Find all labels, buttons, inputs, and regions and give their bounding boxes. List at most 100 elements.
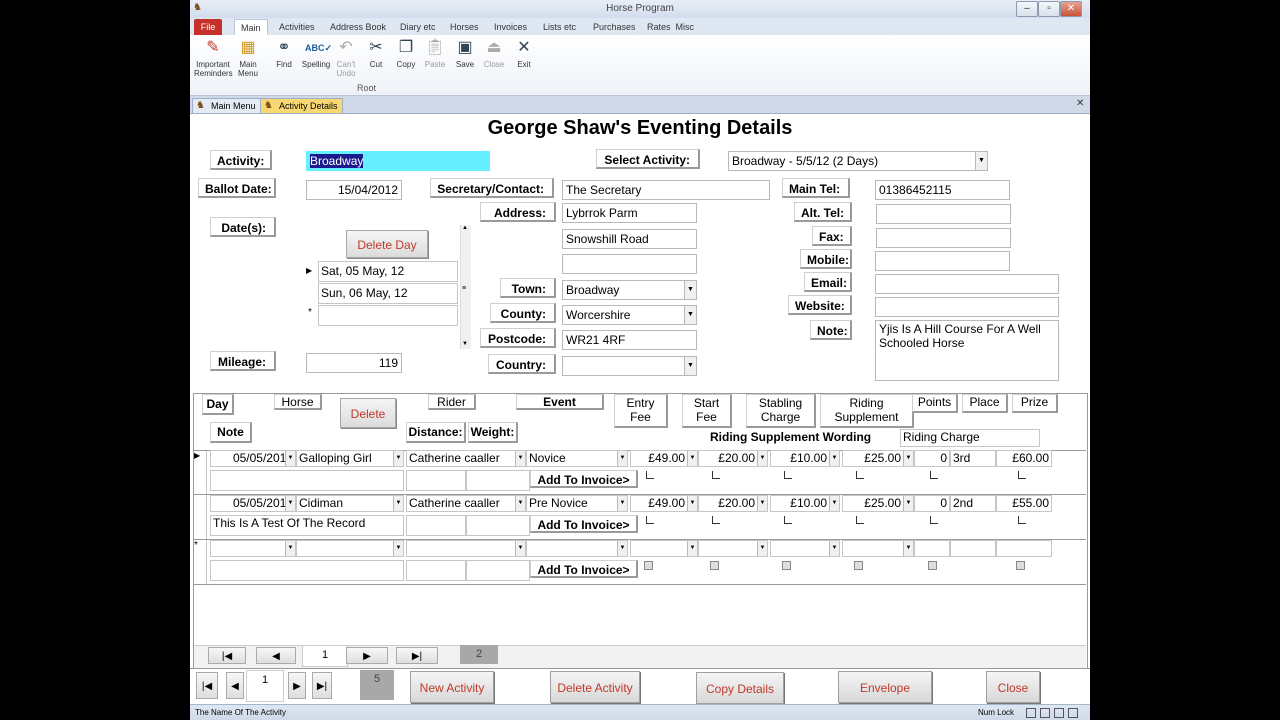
dropdown-arrow-icon[interactable]: ▼ <box>617 541 627 556</box>
invoice-checkbox[interactable] <box>1018 516 1026 524</box>
cut-button[interactable]: ✂ Cut <box>365 38 387 69</box>
rider-cell[interactable]: Catherine caaller ▼ <box>406 495 526 512</box>
save-button[interactable]: ▣ Save <box>453 38 477 69</box>
weight-cell[interactable] <box>466 515 530 536</box>
dropdown-arrow-icon[interactable]: ▼ <box>515 496 525 511</box>
delete-row-button[interactable]: Delete <box>340 398 396 428</box>
invoice-checkbox[interactable] <box>1018 471 1026 479</box>
add-to-invoice-button[interactable]: Add To Invoice> <box>530 515 638 533</box>
mobile-field[interactable] <box>875 251 1010 271</box>
weight-cell[interactable] <box>466 470 530 491</box>
points-cell[interactable]: 0 <box>914 495 950 512</box>
tab-address-book[interactable]: Address Book <box>324 19 392 35</box>
town-combo[interactable]: Broadway ▼ <box>562 280 697 300</box>
distance-cell[interactable] <box>406 515 466 536</box>
main-last-record-button[interactable]: ▶| <box>312 672 332 699</box>
invoice-checkbox[interactable] <box>928 561 937 570</box>
day-row[interactable]: Sun, 06 May, 12 <box>318 283 458 304</box>
prize-cell[interactable]: £55.00 <box>996 495 1052 512</box>
invoice-checkbox[interactable] <box>930 516 938 524</box>
prize-cell[interactable] <box>996 540 1052 557</box>
minimize-button[interactable]: – <box>1016 1 1038 17</box>
add-to-invoice-button[interactable]: Add To Invoice> <box>530 560 638 578</box>
delete-activity-button[interactable]: Delete Activity <box>550 671 640 703</box>
dropdown-arrow-icon[interactable]: ▼ <box>829 496 839 511</box>
new-activity-button[interactable]: New Activity <box>410 671 494 703</box>
note-field[interactable]: Yjis Is A Hill Course For A Well Schoole… <box>875 320 1059 381</box>
add-to-invoice-button[interactable]: Add To Invoice> <box>530 470 638 488</box>
close-tab-icon[interactable]: ✕ <box>1076 98 1084 109</box>
invoice-checkbox[interactable] <box>644 561 653 570</box>
county-combo[interactable]: Worcershire ▼ <box>562 305 697 325</box>
date-cell[interactable]: 05/05/2012 ▼ <box>210 495 296 512</box>
date-cell[interactable]: 05/05/2012 ▼ <box>210 450 296 467</box>
start-fee-cell[interactable]: £20.00 ▼ <box>698 450 768 467</box>
dropdown-arrow-icon[interactable]: ▼ <box>617 496 627 511</box>
place-cell[interactable]: 3rd <box>950 450 996 467</box>
invoice-checkbox[interactable] <box>646 471 654 479</box>
dropdown-arrow-icon[interactable]: ▼ <box>515 451 525 466</box>
place-cell[interactable]: 2nd <box>950 495 996 512</box>
dropdown-arrow-icon[interactable]: ▼ <box>975 152 987 170</box>
main-next-record-button[interactable]: ▶ <box>288 672 306 699</box>
secretary-field[interactable]: The Secretary <box>562 180 770 200</box>
invoice-checkbox[interactable] <box>710 561 719 570</box>
envelope-button[interactable]: Envelope <box>838 671 932 703</box>
activity-field[interactable]: Broadway <box>306 151 490 171</box>
main-menu-button[interactable]: ▦ Main Menu <box>234 38 262 78</box>
dropdown-arrow-icon[interactable]: ▼ <box>687 496 697 511</box>
day-row[interactable]: Sat, 05 May, 12 <box>318 261 458 282</box>
ballot-date-field[interactable]: 15/04/2012 <box>306 180 402 200</box>
invoice-checkbox[interactable] <box>930 471 938 479</box>
spelling-button[interactable]: ABC✓ Spelling <box>300 38 332 69</box>
rider-cell[interactable]: ▼ <box>406 540 526 557</box>
riding-supp-cell[interactable]: £25.00 ▼ <box>842 495 914 512</box>
date-cell[interactable]: ▼ <box>210 540 296 557</box>
dropdown-arrow-icon[interactable]: ▼ <box>393 496 403 511</box>
row-selector[interactable] <box>194 495 207 539</box>
main-record-number[interactable]: 1 <box>246 670 284 702</box>
invoice-checkbox[interactable] <box>712 516 720 524</box>
address-line1-field[interactable]: Lybrrok Parm <box>562 203 697 223</box>
row-selector[interactable]: ▶ <box>194 450 207 494</box>
dropdown-arrow-icon[interactable]: ▼ <box>903 496 913 511</box>
tab-rates-misc[interactable]: Rates Misc <box>641 19 700 35</box>
tab-horses[interactable]: Horses <box>444 19 485 35</box>
main-first-record-button[interactable]: |◀ <box>196 672 218 699</box>
prev-record-button[interactable]: ◀ <box>256 647 296 664</box>
subform-record-number[interactable]: 1 <box>302 645 348 667</box>
dropdown-arrow-icon[interactable]: ▼ <box>393 541 403 556</box>
paste-button[interactable]: 📋︎ Paste <box>423 38 447 69</box>
important-reminders-button[interactable]: ✎ Important Reminders <box>194 38 233 78</box>
invoice-checkbox[interactable] <box>712 471 720 479</box>
dropdown-arrow-icon[interactable]: ▼ <box>757 451 767 466</box>
day-row-new[interactable] <box>318 305 458 326</box>
dropdown-arrow-icon[interactable]: ▼ <box>515 541 525 556</box>
country-combo[interactable]: ▼ <box>562 356 697 376</box>
riding-supp-cell[interactable]: ▼ <box>842 540 914 557</box>
address-line3-field[interactable] <box>562 254 697 274</box>
dropdown-arrow-icon[interactable]: ▼ <box>617 451 627 466</box>
dropdown-arrow-icon[interactable]: ▼ <box>393 451 403 466</box>
design-view-icon[interactable] <box>1068 708 1078 718</box>
prize-cell[interactable]: £60.00 <box>996 450 1052 467</box>
copy-details-button[interactable]: Copy Details <box>696 672 784 704</box>
stabling-cell[interactable]: £10.00 ▼ <box>770 495 840 512</box>
distance-cell[interactable] <box>406 560 466 581</box>
points-cell[interactable]: 0 <box>914 450 950 467</box>
tab-activities[interactable]: Activities <box>273 19 321 35</box>
maximize-button[interactable]: ▫ <box>1038 1 1060 17</box>
invoice-checkbox[interactable] <box>856 471 864 479</box>
tab-invoices[interactable]: Invoices <box>488 19 533 35</box>
event-cell[interactable]: Pre Novice ▼ <box>526 495 628 512</box>
invoice-checkbox[interactable] <box>784 516 792 524</box>
select-activity-combo[interactable]: Broadway - 5/5/12 (2 Days) ▼ <box>728 151 988 171</box>
invoice-checkbox[interactable] <box>784 471 792 479</box>
address-line2-field[interactable]: Snowshill Road <box>562 229 697 249</box>
entry-fee-cell[interactable]: ▼ <box>630 540 698 557</box>
dropdown-arrow-icon[interactable]: ▼ <box>285 451 295 466</box>
entry-fee-cell[interactable]: £49.00 ▼ <box>630 450 698 467</box>
close-doc-button[interactable]: ⏏ Close <box>482 38 506 69</box>
first-record-button[interactable]: |◀ <box>208 647 246 664</box>
horse-cell[interactable]: Galloping Girl ▼ <box>296 450 404 467</box>
